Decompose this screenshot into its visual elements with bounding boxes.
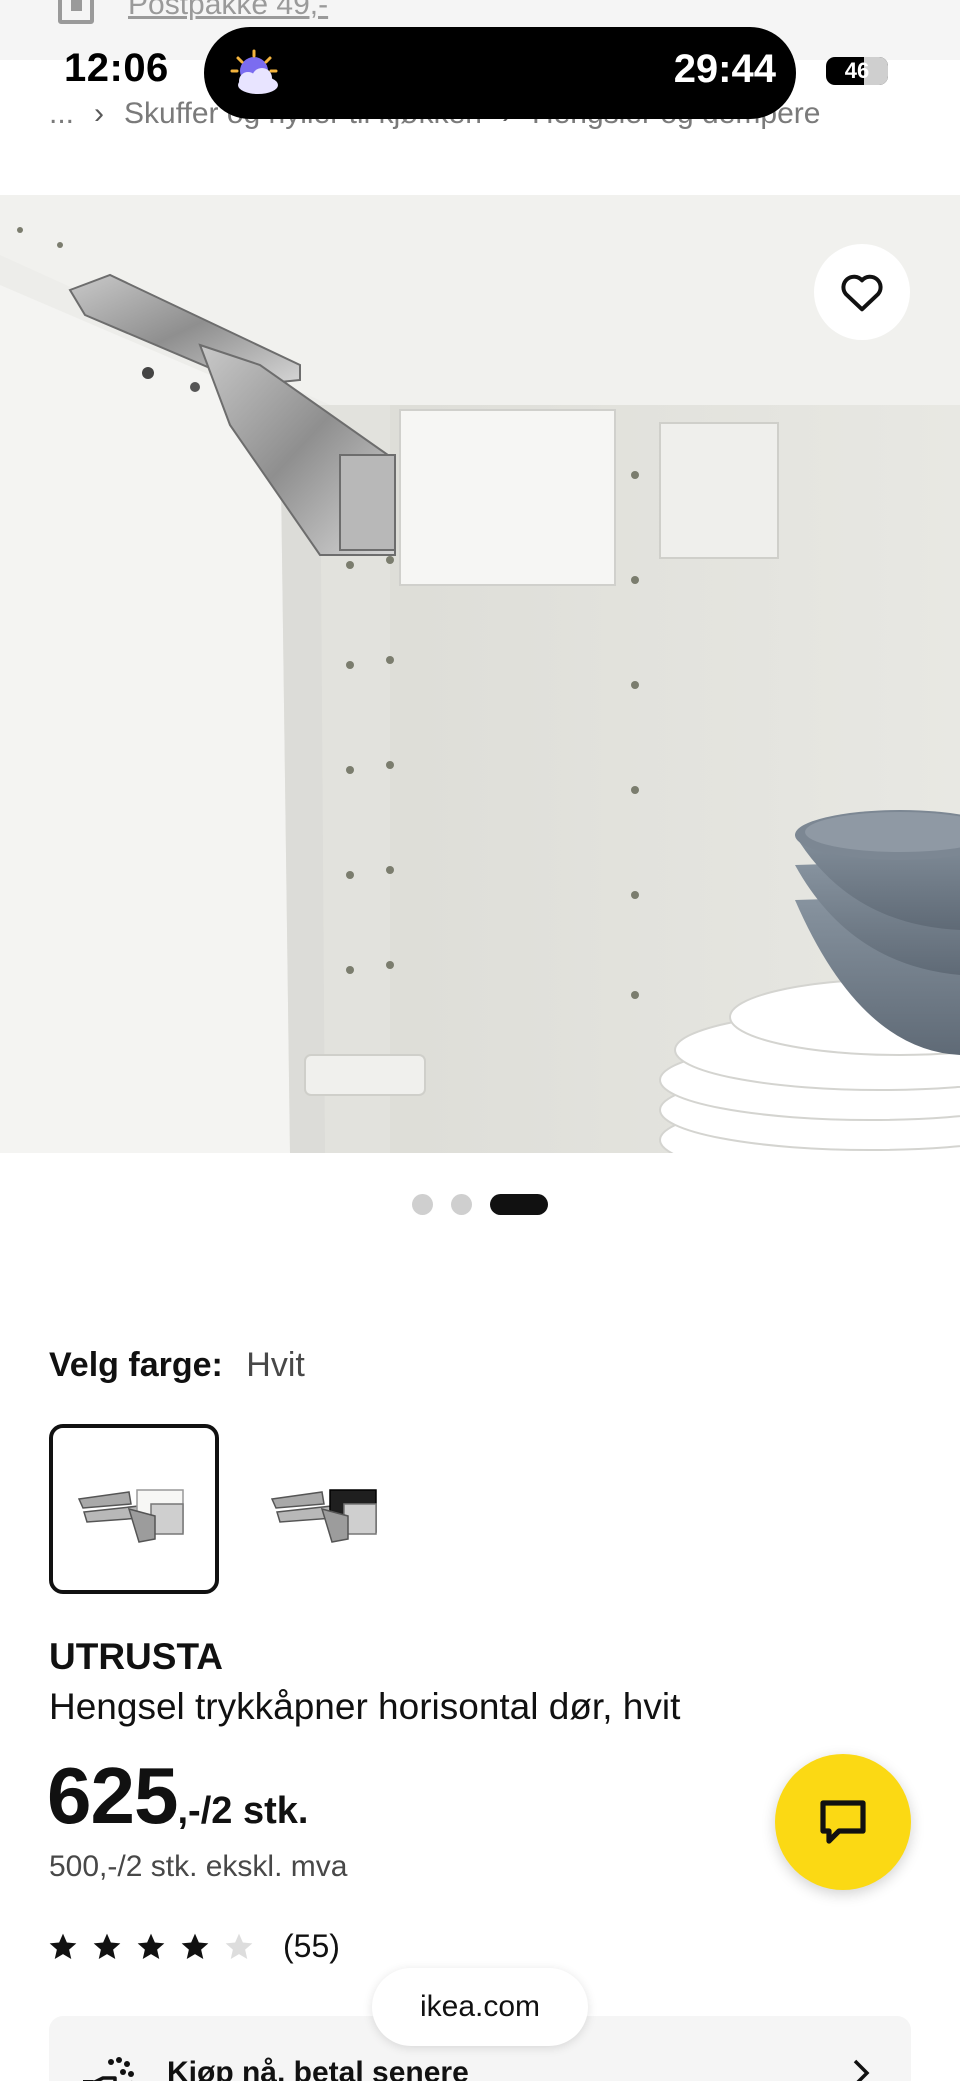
timer-text: 29:44 — [673, 47, 776, 91]
hand-coins-icon — [83, 2057, 134, 2081]
chat-button[interactable] — [775, 1754, 911, 1890]
star-icon — [181, 1933, 209, 1959]
browser-url-pill[interactable]: ikea.com — [372, 1968, 588, 2046]
package-icon — [58, 0, 94, 24]
star-icon — [93, 1933, 121, 1959]
black-hinge-thumbnail — [270, 1489, 377, 1543]
favorite-button[interactable] — [814, 244, 910, 340]
price-excl-vat: 500,-/2 stk. ekskl. mva — [49, 1850, 348, 1883]
price-integer: 625 — [47, 1751, 178, 1840]
carousel-dots — [412, 1193, 548, 1215]
battery-indicator: 46 — [826, 57, 888, 85]
shipping-link[interactable]: Postpakke 49,- — [128, 0, 328, 22]
battery-level: 46 — [844, 58, 870, 83]
carousel-dot-3-active[interactable] — [490, 1193, 548, 1215]
price: 625 ,-/2 stk. — [47, 1750, 308, 1842]
pay-later-label: Kjøp nå, betal senere — [167, 2056, 469, 2081]
review-count: (55) — [283, 1928, 340, 1964]
color-swatch-black[interactable] — [242, 1424, 412, 1594]
status-time: 12:06 — [64, 46, 169, 90]
breadcrumb-item-ellipsis[interactable]: ... — [49, 97, 74, 131]
product-brand: UTRUSTA — [49, 1636, 224, 1677]
color-selector-label: Velg farge: Hvit — [49, 1346, 305, 1385]
star-icon — [49, 1933, 77, 1959]
product-photo — [0, 195, 960, 1153]
heart-icon — [841, 274, 883, 312]
chevron-right-icon — [853, 2059, 870, 2081]
product-description: Hengsel trykkåpner horisontal dør, hvit — [49, 1686, 681, 1727]
white-hinge-thumbnail — [77, 1489, 184, 1543]
rating[interactable]: (55) — [47, 1928, 340, 1965]
star-icon — [225, 1933, 253, 1959]
chevron-right-icon: › — [94, 97, 105, 130]
cloud-moon-icon — [230, 49, 278, 94]
price-suffix: ,-/2 stk. — [177, 1790, 309, 1832]
color-swatch-white[interactable] — [49, 1424, 219, 1594]
color-value: Hvit — [246, 1346, 305, 1384]
color-label: Velg farge: — [49, 1346, 223, 1384]
carousel-dot-2[interactable] — [451, 1193, 472, 1215]
star-icon — [137, 1933, 165, 1959]
carousel-dot-1[interactable] — [412, 1193, 433, 1215]
product-image[interactable] — [0, 195, 960, 1153]
dynamic-island[interactable]: 29:44 — [204, 27, 796, 119]
chat-bubble-icon — [820, 1800, 866, 1844]
